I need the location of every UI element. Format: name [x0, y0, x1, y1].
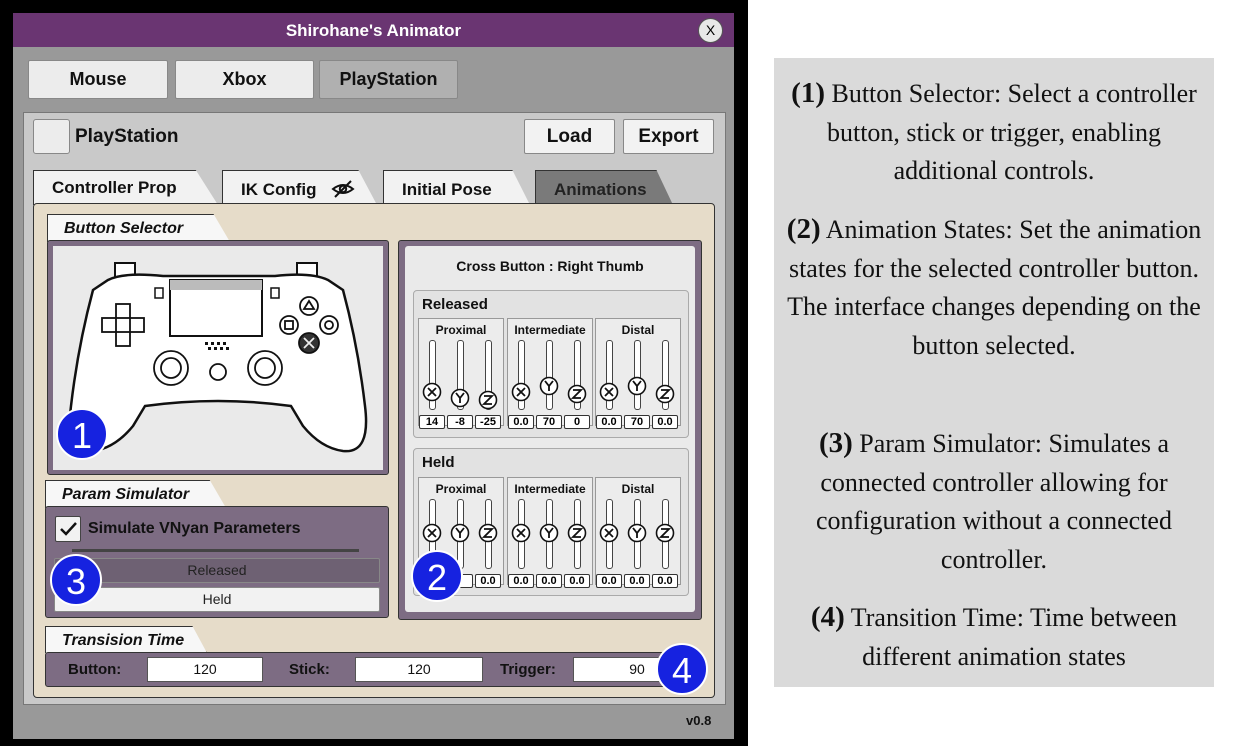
tab-initial-pose[interactable]: Initial Pose [383, 170, 530, 205]
x-axis-icon[interactable] [599, 523, 619, 543]
tab-label: Animations [554, 180, 647, 199]
param-simulator-label: Param Simulator [45, 480, 226, 508]
description-3: (3) Param Simulator: Simulates a connect… [784, 424, 1204, 579]
description-text: Transition Time: Time between different … [850, 603, 1178, 671]
x-axis-icon[interactable] [422, 523, 442, 543]
description-text: Param Simulator: Simulates a connected c… [816, 429, 1172, 574]
rotation-value-input[interactable]: 0.0 [508, 415, 534, 429]
released-label: Released [422, 296, 488, 313]
description-text: Animation States: Set the animation stat… [787, 215, 1202, 360]
x-axis-icon[interactable] [511, 523, 531, 543]
y-axis-icon[interactable] [450, 523, 470, 543]
profile-checkbox[interactable] [33, 119, 70, 154]
z-axis-icon[interactable] [478, 390, 498, 410]
bone-column-label: Intermediate [514, 482, 586, 496]
z-axis-icon[interactable] [655, 523, 675, 543]
title-bar: Shirohane's Animator [13, 13, 734, 47]
rotation-value-input[interactable]: 70 [624, 415, 650, 429]
description-panel: (1) Button Selector: Select a controller… [774, 58, 1214, 687]
x-axis-icon[interactable] [422, 382, 442, 402]
rotation-value-input[interactable]: 0.0 [508, 574, 534, 588]
description-2: (2) Animation States: Set the animation … [784, 210, 1204, 365]
rotation-value-input[interactable]: 0.0 [596, 415, 622, 429]
rotation-value-input[interactable]: 0.0 [475, 574, 501, 588]
rotation-slider[interactable] [634, 340, 641, 410]
held-label: Held [422, 454, 455, 471]
rotation-value-input[interactable]: 14 [419, 415, 445, 429]
y-axis-icon[interactable] [450, 388, 470, 408]
rotation-value-input[interactable]: 0.0 [624, 574, 650, 588]
simulate-checkbox-label: Simulate VNyan Parameters [88, 520, 301, 537]
bone-column-label: Distal [621, 482, 655, 496]
close-button[interactable]: X [698, 18, 723, 43]
rotation-value-input[interactable]: 0.0 [536, 574, 562, 588]
scroll-handle[interactable] [72, 549, 359, 552]
badge-1: 1 [56, 408, 108, 460]
rotation-slider[interactable] [546, 340, 553, 410]
z-axis-icon[interactable] [567, 384, 587, 404]
sim-held-button[interactable]: Held [54, 587, 380, 612]
button-time-label: Button: [68, 661, 122, 678]
description-number: (3) [818, 427, 853, 459]
description-number: (2) [786, 213, 821, 245]
tab-label: Controller Prop [52, 178, 177, 197]
y-axis-icon[interactable] [627, 523, 647, 543]
version-label: v0.8 [686, 713, 712, 728]
y-axis-icon[interactable] [539, 376, 559, 396]
rotation-value-input[interactable]: 0.0 [596, 574, 622, 588]
stage: Shirohane's Animator X Mouse Xbox PlaySt… [0, 0, 1243, 746]
check-icon [60, 522, 77, 536]
anim-states-title: Cross Button : Right Thumb [456, 258, 644, 274]
transition-time-label: Transision Time [45, 626, 207, 653]
tab-label: Initial Pose [402, 180, 492, 199]
y-axis-icon[interactable] [539, 523, 559, 543]
tab-controller-prop[interactable]: Controller Prop [33, 170, 218, 205]
export-button[interactable]: Export [623, 119, 714, 154]
tab-xbox[interactable]: Xbox [175, 60, 314, 99]
z-axis-icon[interactable] [655, 384, 675, 404]
y-axis-icon[interactable] [627, 376, 647, 396]
description-4: (4) Transition Time: Time between differ… [784, 598, 1204, 676]
stick-time-input[interactable]: 120 [355, 657, 483, 682]
badge-2: 2 [411, 550, 463, 602]
profile-name: PlayStation [75, 126, 179, 147]
tab-mouse[interactable]: Mouse [28, 60, 168, 99]
x-axis-icon[interactable] [599, 382, 619, 402]
load-button[interactable]: Load [524, 119, 615, 154]
tab-playstation[interactable]: PlayStation [319, 60, 458, 99]
stick-time-label: Stick: [289, 661, 330, 678]
rotation-value-input[interactable]: 0 [564, 415, 590, 429]
simulate-checkbox[interactable] [55, 516, 81, 542]
badge-4: 4 [656, 643, 708, 695]
bone-column-label: Proximal [435, 482, 487, 496]
description-number: (4) [810, 601, 845, 633]
x-axis-icon[interactable] [511, 382, 531, 402]
rotation-value-input[interactable]: -25 [475, 415, 501, 429]
window-title: Shirohane's Animator [285, 21, 462, 40]
bone-column-label: Intermediate [514, 323, 586, 337]
tab-ik-config[interactable]: IK Config [222, 170, 377, 205]
tab-label: IK Config [241, 180, 317, 199]
eye-slash-icon [331, 180, 355, 198]
rotation-value-input[interactable]: 0.0 [564, 574, 590, 588]
trigger-time-label: Trigger: [500, 661, 556, 678]
tab-animations[interactable]: Animations [535, 170, 673, 205]
rotation-value-input[interactable]: 70 [536, 415, 562, 429]
sim-released-button[interactable]: Released [54, 558, 380, 583]
description-1: (1) Button Selector: Select a controller… [784, 74, 1204, 191]
button-time-input[interactable]: 120 [147, 657, 263, 682]
rotation-value-input[interactable]: 0.0 [652, 415, 678, 429]
badge-3: 3 [50, 554, 102, 606]
z-axis-icon[interactable] [567, 523, 587, 543]
z-axis-icon[interactable] [478, 523, 498, 543]
button-selector-label: Button Selector [47, 214, 230, 242]
rotation-value-input[interactable]: 0.0 [652, 574, 678, 588]
rotation-value-input[interactable]: -8 [447, 415, 473, 429]
description-number: (1) [791, 77, 825, 109]
bone-column-label: Distal [621, 323, 655, 337]
description-text: Button Selector: Select a controller but… [826, 79, 1197, 185]
bone-column-label: Proximal [435, 323, 487, 337]
